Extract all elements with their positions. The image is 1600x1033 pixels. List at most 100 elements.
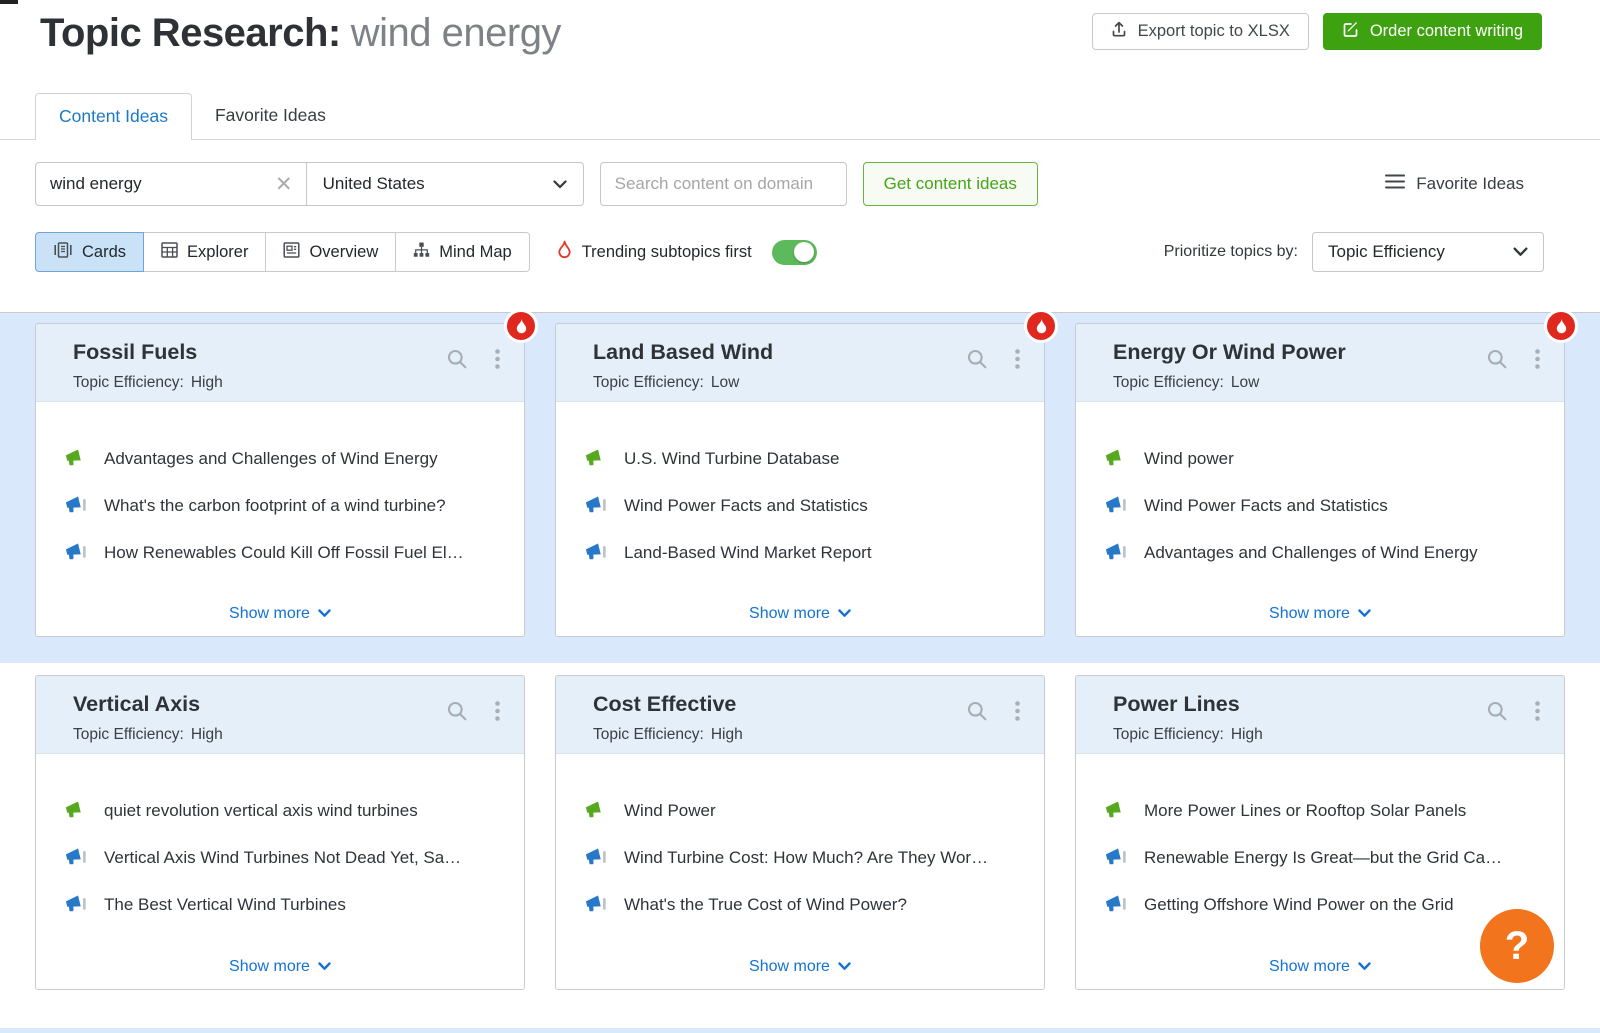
headline-item[interactable]: Wind power bbox=[1104, 446, 1544, 471]
topic-card-title: Vertical Axis bbox=[73, 692, 504, 717]
country-select[interactable]: United States bbox=[306, 163, 583, 205]
topic-efficiency-value: Low bbox=[1231, 374, 1259, 391]
headline-text: Wind Power bbox=[624, 798, 716, 823]
megaphone-icon bbox=[64, 448, 87, 469]
megaphone-icon bbox=[584, 495, 607, 516]
export-xlsx-button[interactable]: Export topic to XLSX bbox=[1092, 13, 1309, 50]
keyword-input[interactable] bbox=[36, 174, 262, 194]
tab-content-ideas[interactable]: Content Ideas bbox=[35, 93, 192, 140]
keyword-input-group: ✕ United States bbox=[35, 162, 584, 206]
megaphone-icon bbox=[64, 894, 87, 915]
prioritize-topics-label: Prioritize topics by: bbox=[1164, 243, 1298, 261]
view-overview-button[interactable]: Overview bbox=[265, 232, 396, 272]
view-toolbar: Cards Explorer Overview Mind Map Trendin… bbox=[35, 232, 1544, 272]
show-more-link[interactable]: Show more bbox=[556, 605, 1044, 623]
headline-item[interactable]: Vertical Axis Wind Turbines Not Dead Yet… bbox=[64, 845, 504, 870]
headline-item[interactable]: Land-Based Wind Market Report bbox=[584, 540, 1024, 565]
kebab-menu-icon[interactable] bbox=[495, 349, 500, 369]
headline-item[interactable]: U.S. Wind Turbine Database bbox=[584, 446, 1024, 471]
page-title: Topic Research:wind energy bbox=[40, 8, 561, 58]
show-more-link[interactable]: Show more bbox=[556, 958, 1044, 976]
topic-efficiency: Topic Efficiency: High bbox=[73, 726, 504, 744]
prioritize-select[interactable]: Topic Efficiency bbox=[1312, 232, 1544, 272]
topic-card: Cost Effective Topic Efficiency:High Win… bbox=[555, 675, 1045, 990]
next-section-edge bbox=[0, 1028, 1600, 1033]
tab-bar: Content Ideas Favorite Ideas bbox=[0, 93, 1600, 140]
headline-item[interactable]: More Power Lines or Rooftop Solar Panels bbox=[1104, 798, 1544, 823]
chevron-down-icon bbox=[1358, 958, 1371, 976]
kebab-menu-icon[interactable] bbox=[1535, 701, 1540, 721]
megaphone-icon bbox=[64, 847, 87, 868]
headline-item[interactable]: Wind Power bbox=[584, 798, 1024, 823]
trending-topics-section: Fossil Fuels Topic Efficiency:High Advan… bbox=[0, 312, 1600, 663]
topic-card-title: Power Lines bbox=[1113, 692, 1544, 717]
topic-card-header[interactable]: Fossil Fuels Topic Efficiency:High bbox=[36, 324, 524, 402]
kebab-menu-icon[interactable] bbox=[1535, 349, 1540, 369]
headline-item[interactable]: How Renewables Could Kill Off Fossil Fue… bbox=[64, 540, 504, 565]
topic-card-header[interactable]: Cost Effective Topic Efficiency:High bbox=[556, 676, 1044, 754]
topic-card-header[interactable]: Vertical Axis Topic Efficiency: High bbox=[36, 676, 524, 754]
headline-item[interactable]: quiet revolution vertical axis wind turb… bbox=[64, 798, 504, 823]
search-topic-icon[interactable] bbox=[966, 348, 988, 370]
favorite-ideas-link[interactable]: Favorite Ideas bbox=[1385, 174, 1524, 194]
topic-card-title: Cost Effective bbox=[593, 692, 1024, 717]
kebab-menu-icon[interactable] bbox=[495, 701, 500, 721]
search-controls-row: ✕ United States Get content ideas Favori… bbox=[35, 162, 1524, 206]
headline-item[interactable]: Advantages and Challenges of Wind Energy bbox=[1104, 540, 1544, 565]
megaphone-icon bbox=[1104, 448, 1127, 469]
show-more-link[interactable]: Show more bbox=[1076, 605, 1564, 623]
pencil-square-icon bbox=[1342, 21, 1359, 43]
topic-card-header[interactable]: Energy Or Wind Power Topic Efficiency:Lo… bbox=[1076, 324, 1564, 402]
chevron-down-icon bbox=[838, 605, 851, 623]
search-topic-icon[interactable] bbox=[446, 700, 468, 722]
headline-item[interactable]: Wind Power Facts and Statistics bbox=[1104, 493, 1544, 518]
topic-card-header[interactable]: Land Based Wind Topic Efficiency:Low bbox=[556, 324, 1044, 402]
topic-efficiency-label: Topic Efficiency: bbox=[1113, 374, 1224, 391]
headline-item[interactable]: What's the True Cost of Wind Power? bbox=[584, 892, 1024, 917]
topic-efficiency: Topic Efficiency:High bbox=[593, 726, 1024, 744]
card-header-actions bbox=[446, 348, 500, 370]
headline-item[interactable]: Wind Turbine Cost: How Much? Are They Wo… bbox=[584, 845, 1024, 870]
headline-item[interactable]: What's the carbon footprint of a wind tu… bbox=[64, 493, 504, 518]
prioritize-select-value: Topic Efficiency bbox=[1328, 242, 1445, 262]
view-explorer-button[interactable]: Explorer bbox=[143, 232, 266, 272]
kebab-menu-icon[interactable] bbox=[1015, 349, 1020, 369]
topic-card: Land Based Wind Topic Efficiency:Low U.S… bbox=[555, 323, 1045, 637]
trending-toggle[interactable] bbox=[772, 240, 817, 265]
search-topic-icon[interactable] bbox=[1486, 700, 1508, 722]
topic-cards-row-1: Fossil Fuels Topic Efficiency:High Advan… bbox=[35, 323, 1565, 637]
order-content-writing-button[interactable]: Order content writing bbox=[1323, 13, 1542, 50]
headline-item[interactable]: Wind Power Facts and Statistics bbox=[584, 493, 1024, 518]
help-button[interactable]: ? bbox=[1480, 909, 1554, 983]
topic-efficiency-label: Topic Efficiency: bbox=[73, 726, 184, 743]
headline-item[interactable]: Getting Offshore Wind Power on the Grid bbox=[1104, 892, 1544, 917]
card-header-actions bbox=[1486, 348, 1540, 370]
headline-item[interactable]: Advantages and Challenges of Wind Energy bbox=[64, 446, 504, 471]
view-mindmap-button[interactable]: Mind Map bbox=[395, 232, 529, 272]
get-content-ideas-button[interactable]: Get content ideas bbox=[863, 162, 1038, 206]
show-more-link[interactable]: Show more bbox=[36, 958, 524, 976]
chevron-down-icon bbox=[838, 958, 851, 976]
search-topic-icon[interactable] bbox=[966, 700, 988, 722]
trending-subtopics-label: Trending subtopics first bbox=[582, 243, 752, 262]
show-more-link[interactable]: Show more bbox=[36, 605, 524, 623]
view-cards-button[interactable]: Cards bbox=[35, 232, 144, 272]
topic-card-header[interactable]: Power Lines Topic Efficiency:High bbox=[1076, 676, 1564, 754]
topic-cards-row-2: Vertical Axis Topic Efficiency: High quie… bbox=[35, 675, 1565, 990]
domain-search-input[interactable] bbox=[600, 162, 847, 206]
search-topic-icon[interactable] bbox=[1486, 348, 1508, 370]
megaphone-icon bbox=[64, 800, 87, 821]
kebab-menu-icon[interactable] bbox=[1015, 701, 1020, 721]
topic-efficiency-value: High bbox=[191, 726, 223, 743]
headline-item[interactable]: Renewable Energy Is Great—but the Grid C… bbox=[1104, 845, 1544, 870]
trending-flame-badge bbox=[504, 309, 538, 343]
tab-favorite-ideas[interactable]: Favorite Ideas bbox=[192, 93, 349, 139]
topic-card: Fossil Fuels Topic Efficiency:High Advan… bbox=[35, 323, 525, 637]
search-topic-icon[interactable] bbox=[446, 348, 468, 370]
headline-item[interactable]: The Best Vertical Wind Turbines bbox=[64, 892, 504, 917]
trending-subtopics-control: Trending subtopics first bbox=[557, 240, 817, 265]
clear-keyword-icon[interactable]: ✕ bbox=[262, 174, 306, 195]
megaphone-icon bbox=[64, 542, 87, 563]
megaphone-icon bbox=[584, 847, 607, 868]
headline-text: Advantages and Challenges of Wind Energy bbox=[104, 446, 438, 471]
